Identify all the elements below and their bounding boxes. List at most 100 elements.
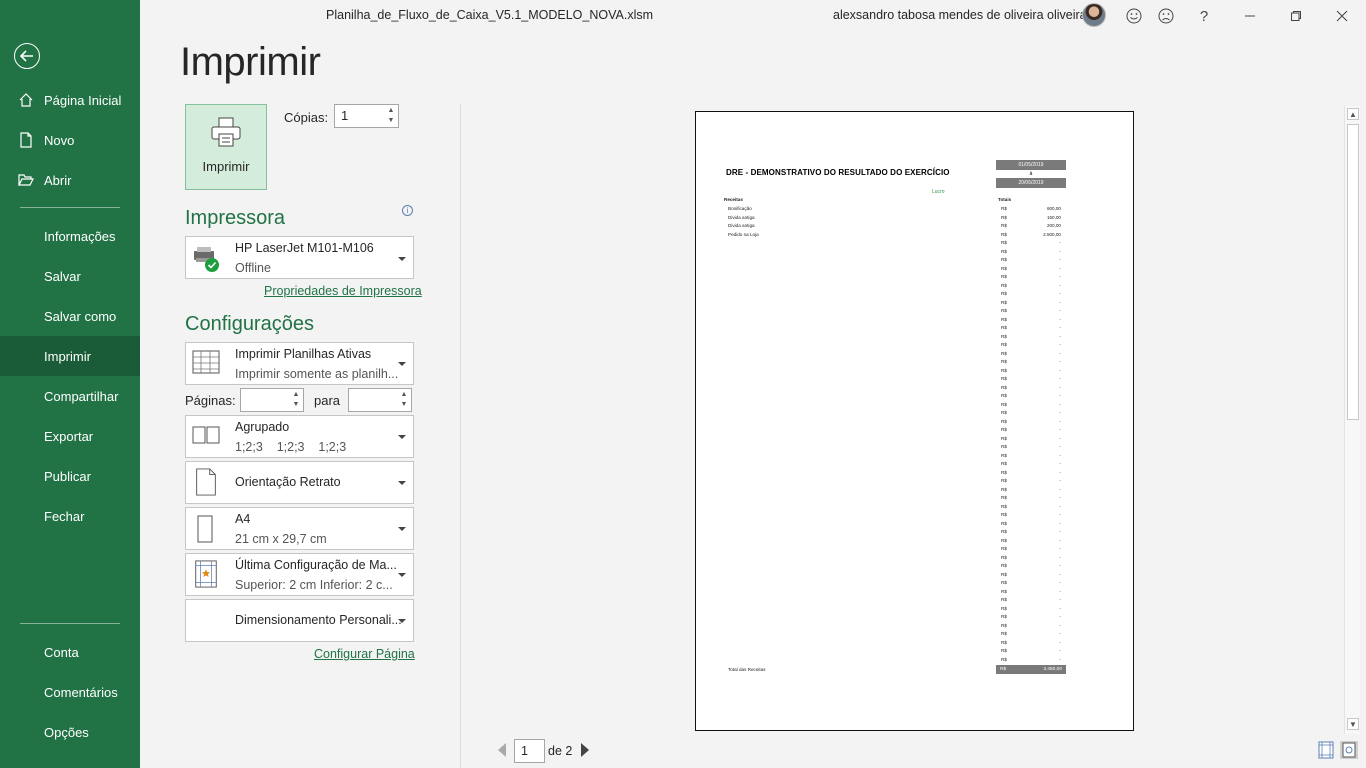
nav-new[interactable]: Novo: [0, 120, 140, 160]
date-end: 20/06/2019: [996, 178, 1066, 188]
nav-label: Imprimir: [44, 348, 91, 364]
minimize-icon[interactable]: [1240, 6, 1260, 26]
collation-desc: 1;2;3 1;2;3 1;2;3: [235, 440, 347, 454]
copies-stepper[interactable]: 1 ▲ ▼: [334, 104, 399, 128]
nav-print[interactable]: Imprimir: [0, 336, 140, 376]
printer-properties-link[interactable]: Propriedades de Impressora: [264, 284, 422, 298]
info-icon[interactable]: i: [402, 205, 413, 216]
print-button[interactable]: Imprimir: [185, 104, 267, 190]
document-row-currency: R$: [1001, 435, 1007, 441]
document-row-value: -: [1059, 631, 1061, 636]
scrollbar-thumb[interactable]: [1347, 124, 1359, 420]
document-row-value: -: [1059, 656, 1061, 662]
document-row-label: Divida antiga: [728, 223, 755, 228]
chevron-down-icon: [398, 573, 406, 577]
back-arrow-icon[interactable]: [14, 43, 40, 69]
stepper-arrows-icon[interactable]: ▲ ▼: [386, 106, 396, 126]
document-row-currency: R$: [1001, 384, 1007, 390]
lucro-label: Lucro: [932, 189, 945, 195]
scroll-up-icon[interactable]: ▲: [1347, 108, 1359, 120]
scroll-down-icon[interactable]: ▼: [1347, 718, 1359, 730]
close-icon[interactable]: [1332, 6, 1352, 26]
printer-section-title: Impressora: [185, 207, 286, 229]
document-row-value: -: [1059, 240, 1061, 245]
print-button-label: Imprimir: [202, 159, 250, 174]
restore-glyph: [1291, 11, 1301, 21]
margins-dropdown[interactable]: Última Configuração de Ma... Superior: 2…: [185, 553, 414, 596]
nav-info[interactable]: Informações: [0, 216, 140, 256]
show-margins-icon[interactable]: [1317, 741, 1335, 759]
document-row-value: -: [1059, 291, 1061, 296]
total-value: 3.450,00: [1043, 667, 1062, 672]
pages-to-label: para: [314, 393, 341, 408]
chevron-down-icon: [398, 527, 406, 531]
document-row-value: -: [1059, 452, 1061, 458]
paper-size-dropdown[interactable]: A4 21 cm x 29,7 cm: [185, 507, 414, 550]
document-row-currency: R$: [1001, 486, 1007, 492]
smile-icon[interactable]: [1124, 6, 1144, 26]
document-row-currency: R$: [1001, 223, 1007, 228]
print-what-title: Imprimir Planilhas Ativas: [235, 347, 372, 361]
document-row-value: -: [1059, 308, 1061, 313]
document-row-currency: R$: [1001, 656, 1007, 662]
document-row-currency: R$: [1001, 546, 1007, 551]
panel-divider: [460, 104, 461, 768]
nav-feedback[interactable]: Comentários: [0, 672, 140, 712]
nav-label: Opções: [44, 724, 89, 740]
document-row-currency: R$: [1001, 393, 1007, 398]
nav-close[interactable]: Fechar: [0, 496, 140, 536]
document-row-value: -: [1059, 367, 1061, 373]
nav-divider: [20, 623, 120, 624]
document-row-value: -: [1059, 563, 1061, 568]
copies-label: Cópias:: [284, 110, 329, 125]
document-row-value: -: [1059, 622, 1061, 628]
next-page-icon[interactable]: [581, 743, 589, 757]
document-row-value: -: [1059, 393, 1061, 398]
zoom-to-page-icon[interactable]: [1340, 741, 1358, 759]
document-row-currency: R$: [1001, 478, 1007, 483]
document-row-currency: R$: [1001, 240, 1007, 245]
nav-options[interactable]: Opções: [0, 712, 140, 752]
paper-size-icon: [197, 515, 213, 543]
nav-save-as[interactable]: Salvar como: [0, 296, 140, 336]
copies-value: 1: [341, 108, 349, 123]
avatar[interactable]: [1082, 3, 1106, 27]
preview-scrollbar[interactable]: ▲ ▼: [1344, 106, 1360, 734]
document-row-value: -: [1059, 580, 1061, 585]
nav-account[interactable]: Conta: [0, 632, 140, 672]
nav-label: Salvar: [44, 268, 81, 284]
stepper-arrows-icon[interactable]: ▲ ▼: [399, 390, 409, 410]
document-row-currency: R$: [1001, 580, 1007, 585]
nav-label: Página Inicial: [44, 92, 122, 108]
stepper-arrows-icon[interactable]: ▲ ▼: [291, 390, 301, 410]
nav-share[interactable]: Compartilhar: [0, 376, 140, 416]
page-setup-link[interactable]: Configurar Página: [314, 647, 415, 661]
document-row-value: 600,00: [1046, 206, 1061, 211]
nav-home[interactable]: Página Inicial: [0, 80, 140, 120]
custom-margins-icon: [195, 560, 217, 588]
frown-icon[interactable]: [1156, 6, 1176, 26]
page-number-input[interactable]: 1: [514, 739, 545, 763]
help-icon[interactable]: ?: [1194, 6, 1214, 26]
previous-page-icon[interactable]: [498, 743, 506, 757]
user-name[interactable]: alexsandro tabosa mendes de oliveira oli…: [833, 8, 1087, 22]
paper-size-title: A4: [235, 512, 251, 526]
document-row-currency: R$: [1001, 214, 1007, 220]
restore-icon[interactable]: [1286, 6, 1306, 26]
scaling-dropdown[interactable]: Dimensionamento Personali...: [185, 599, 414, 642]
collation-dropdown[interactable]: Agrupado 1;2;3 1;2;3 1;2;3: [185, 415, 414, 458]
nav-save[interactable]: Salvar: [0, 256, 140, 296]
document-row-value: -: [1059, 486, 1061, 492]
pages-to-input[interactable]: ▲ ▼: [348, 388, 412, 412]
nav-open[interactable]: Abrir: [0, 160, 140, 200]
document-row-value: -: [1059, 639, 1061, 645]
document-row-currency: R$: [1001, 376, 1007, 381]
nav-export[interactable]: Exportar: [0, 416, 140, 456]
nav-publish[interactable]: Publicar: [0, 456, 140, 496]
print-what-dropdown[interactable]: Imprimir Planilhas Ativas Imprimir somen…: [185, 342, 414, 385]
pages-from-input[interactable]: ▲ ▼: [240, 388, 304, 412]
orientation-dropdown[interactable]: Orientação Retrato: [185, 461, 414, 504]
printer-dropdown[interactable]: HP LaserJet M101-M106 Offline: [185, 236, 414, 279]
frown-glyph: [1158, 8, 1174, 24]
document-row-currency: R$: [1001, 299, 1007, 305]
